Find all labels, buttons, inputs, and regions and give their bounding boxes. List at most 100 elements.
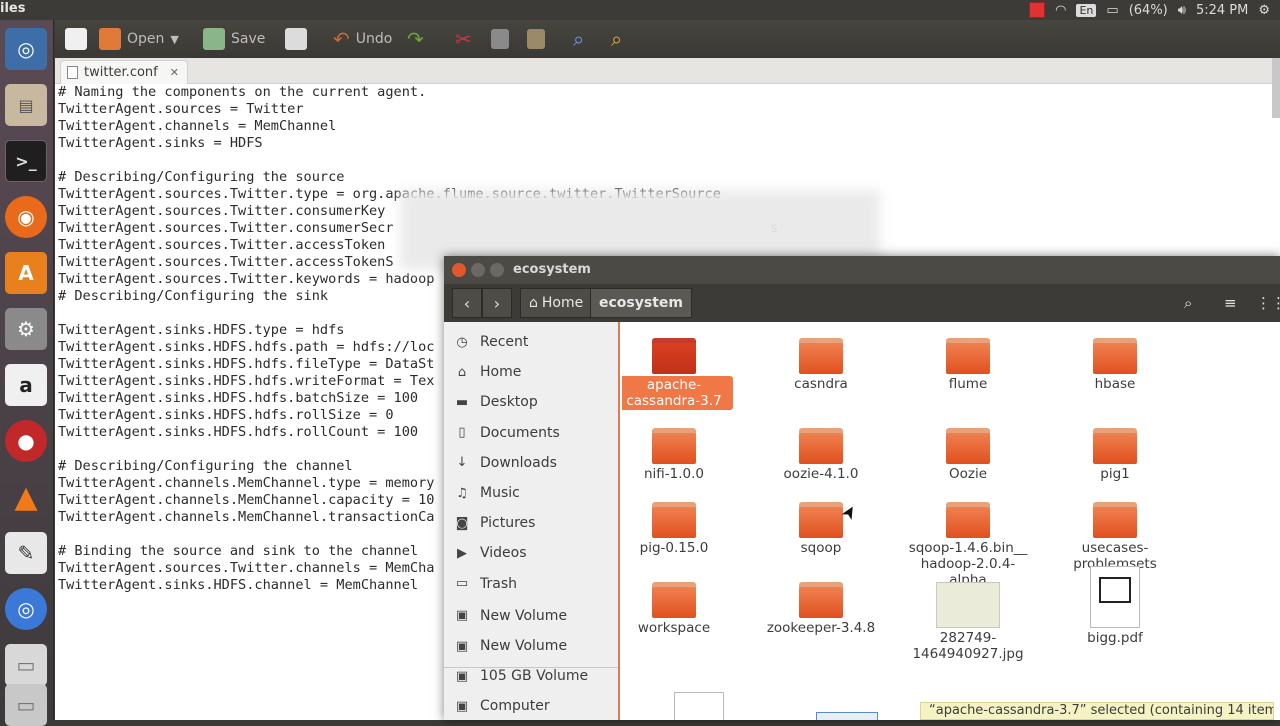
- sidebar-item-label: Music: [480, 485, 520, 501]
- forward-button[interactable]: ›: [482, 288, 512, 318]
- dash-ubuntu-icon[interactable]: ◎: [5, 28, 47, 70]
- folder-icon: [946, 338, 990, 374]
- firefox-icon[interactable]: ◉: [5, 196, 47, 238]
- volume-icon[interactable]: 🔊︎: [1178, 3, 1186, 18]
- item-label: workspace: [637, 620, 711, 636]
- sidebar-item-home[interactable]: ⌂ Home: [454, 360, 521, 384]
- item-label: sqoop-1.4.6.bin__ hadoop-2.0.4-alpha: [908, 540, 1028, 588]
- sidebar-item-new-volume[interactable]: ▣ New Volume: [454, 634, 567, 658]
- editor-toolbar: Open ▼ Save ↶ Undo ↷ ✂ ⌕ ⌕: [55, 20, 1280, 58]
- cut-button[interactable]: ✂: [455, 26, 472, 52]
- keyboard-layout[interactable]: En: [1076, 3, 1097, 17]
- chromium-icon[interactable]: ◎: [5, 588, 47, 630]
- open-button[interactable]: Open ▼: [99, 26, 179, 52]
- breadcrumb-home[interactable]: ⌂ Home: [520, 288, 593, 318]
- sidebar-item-documents[interactable]: ▯ Documents: [454, 421, 560, 445]
- close-window-icon[interactable]: [452, 263, 466, 277]
- amazon-icon[interactable]: a: [5, 364, 47, 406]
- item-label: zookeeper-3.4.8: [766, 620, 876, 636]
- folder-item[interactable]: nifi-1.0.0: [622, 428, 739, 482]
- grid-view-icon[interactable]: ⋮⋮: [1256, 294, 1280, 312]
- folder-item[interactable]: workspace: [622, 582, 739, 636]
- chevron-down-icon[interactable]: ▼: [170, 33, 178, 46]
- sidebar-item-label: Videos: [480, 545, 527, 562]
- folder-icon: [1093, 338, 1137, 374]
- file-item[interactable]: bigg.pdf: [1050, 566, 1180, 646]
- folder-item[interactable]: usecases-problemsets: [1050, 502, 1180, 572]
- system-settings-icon[interactable]: ⚙: [5, 308, 47, 350]
- settings-gear-icon[interactable]: ⚙: [1258, 3, 1270, 18]
- item-label: hbase: [1094, 376, 1136, 392]
- sidebar-item-computer[interactable]: ▣ Computer: [454, 694, 550, 718]
- tab-twitter-conf[interactable]: twitter.conf ✕: [60, 60, 188, 84]
- sidebar-item-downloads[interactable]: ↓ Downloads: [454, 451, 557, 475]
- search-icon[interactable]: ⌕: [1184, 294, 1192, 312]
- print-button[interactable]: [285, 26, 307, 52]
- paste-button[interactable]: [527, 26, 545, 52]
- file-item[interactable]: 282749-1464940927.jpg: [903, 582, 1033, 662]
- sidebar-item-new-volume[interactable]: ▣ New Volume: [454, 604, 567, 628]
- battery-percent[interactable]: (64%): [1129, 3, 1168, 18]
- redo-button[interactable]: ↷: [407, 26, 424, 52]
- replace-button[interactable]: ⌕: [611, 26, 622, 52]
- clock-icon: ◷: [456, 334, 468, 350]
- item-label: apache-cassandra-3.7: [622, 376, 733, 410]
- search-button[interactable]: ⌕: [573, 26, 584, 52]
- folder-item[interactable]: sqoop-1.4.6.bin__ hadoop-2.0.4-alpha: [903, 502, 1033, 588]
- sidebar-item-desktop[interactable]: ▬ Desktop: [454, 390, 538, 414]
- sidebar-item-label: Trash: [480, 575, 517, 592]
- close-tab-icon[interactable]: ✕: [170, 66, 179, 79]
- status-bar: “apache-cassandra-3.7” selected (contain…: [920, 702, 1274, 720]
- list-view-icon[interactable]: ≡: [1224, 294, 1237, 312]
- maximize-window-icon[interactable]: [490, 263, 504, 277]
- save-button[interactable]: Save: [203, 26, 265, 52]
- item-label: bigg.pdf: [1087, 630, 1143, 646]
- sidebar-item-label: Documents: [480, 424, 560, 441]
- print-icon: [285, 28, 307, 50]
- folder-item[interactable]: apache-cassandra-3.7: [622, 338, 739, 410]
- scrollbar[interactable]: [1272, 58, 1280, 118]
- folder-item[interactable]: casndra: [756, 338, 886, 392]
- folder-item[interactable]: hbase: [1050, 338, 1180, 392]
- copy-button[interactable]: [491, 26, 509, 52]
- sidebar-item-recent[interactable]: ◷ Recent: [454, 330, 528, 354]
- terminal-icon[interactable]: >_: [5, 140, 47, 182]
- undo-button[interactable]: ↶ Undo: [333, 26, 392, 52]
- wifi-icon[interactable]: ◠: [1055, 3, 1066, 18]
- folder-item[interactable]: sqoop: [756, 502, 886, 556]
- folder-item[interactable]: pig-0.15.0: [622, 502, 739, 556]
- minimize-window-icon[interactable]: [471, 263, 485, 277]
- folder-icon: [652, 338, 696, 374]
- screen-recorder-icon[interactable]: ●: [5, 420, 47, 462]
- sidebar-item-label: Pictures: [480, 515, 536, 532]
- record-indicator-icon[interactable]: [1029, 2, 1046, 18]
- drive-icon[interactable]: ▭: [5, 644, 47, 686]
- vlc-icon[interactable]: ▲: [5, 476, 47, 518]
- new-document-button[interactable]: [65, 26, 87, 52]
- home-icon: ⌂: [529, 295, 538, 311]
- folder-item[interactable]: pig1: [1050, 428, 1180, 482]
- sidebar-separator: [444, 667, 618, 668]
- clock[interactable]: 5:24 PM: [1196, 3, 1248, 18]
- text-editor-icon[interactable]: ✎: [5, 532, 47, 574]
- files-icon[interactable]: ▤: [5, 84, 47, 126]
- folder-item[interactable]: Oozie: [903, 428, 1033, 482]
- sidebar-item-trash[interactable]: ▭ Trash: [454, 572, 517, 596]
- pdf-thumbnail-icon[interactable]: [674, 692, 724, 720]
- folder-item[interactable]: oozie-4.1.0: [756, 428, 886, 482]
- sidebar-item-pictures[interactable]: ◙ Pictures: [454, 511, 536, 535]
- battery-icon[interactable]: ▭: [1106, 3, 1118, 18]
- sidebar-item-videos[interactable]: ▶ Videos: [454, 541, 527, 565]
- undo-icon: ↶: [333, 27, 350, 51]
- breadcrumb-current[interactable]: ecosystem: [590, 288, 692, 318]
- software-center-icon[interactable]: A: [5, 252, 47, 294]
- document-icon: [67, 66, 78, 79]
- folder-item[interactable]: flume: [903, 338, 1033, 392]
- image-thumbnail-icon[interactable]: [816, 712, 878, 720]
- sidebar-item-label: Computer: [480, 698, 550, 715]
- item-label: nifi-1.0.0: [643, 466, 705, 482]
- sidebar-item-music[interactable]: ♫ Music: [454, 481, 520, 505]
- back-button[interactable]: ‹: [452, 288, 482, 318]
- search-icon: ⌕: [573, 27, 585, 51]
- folder-item[interactable]: zookeeper-3.4.8: [756, 582, 886, 636]
